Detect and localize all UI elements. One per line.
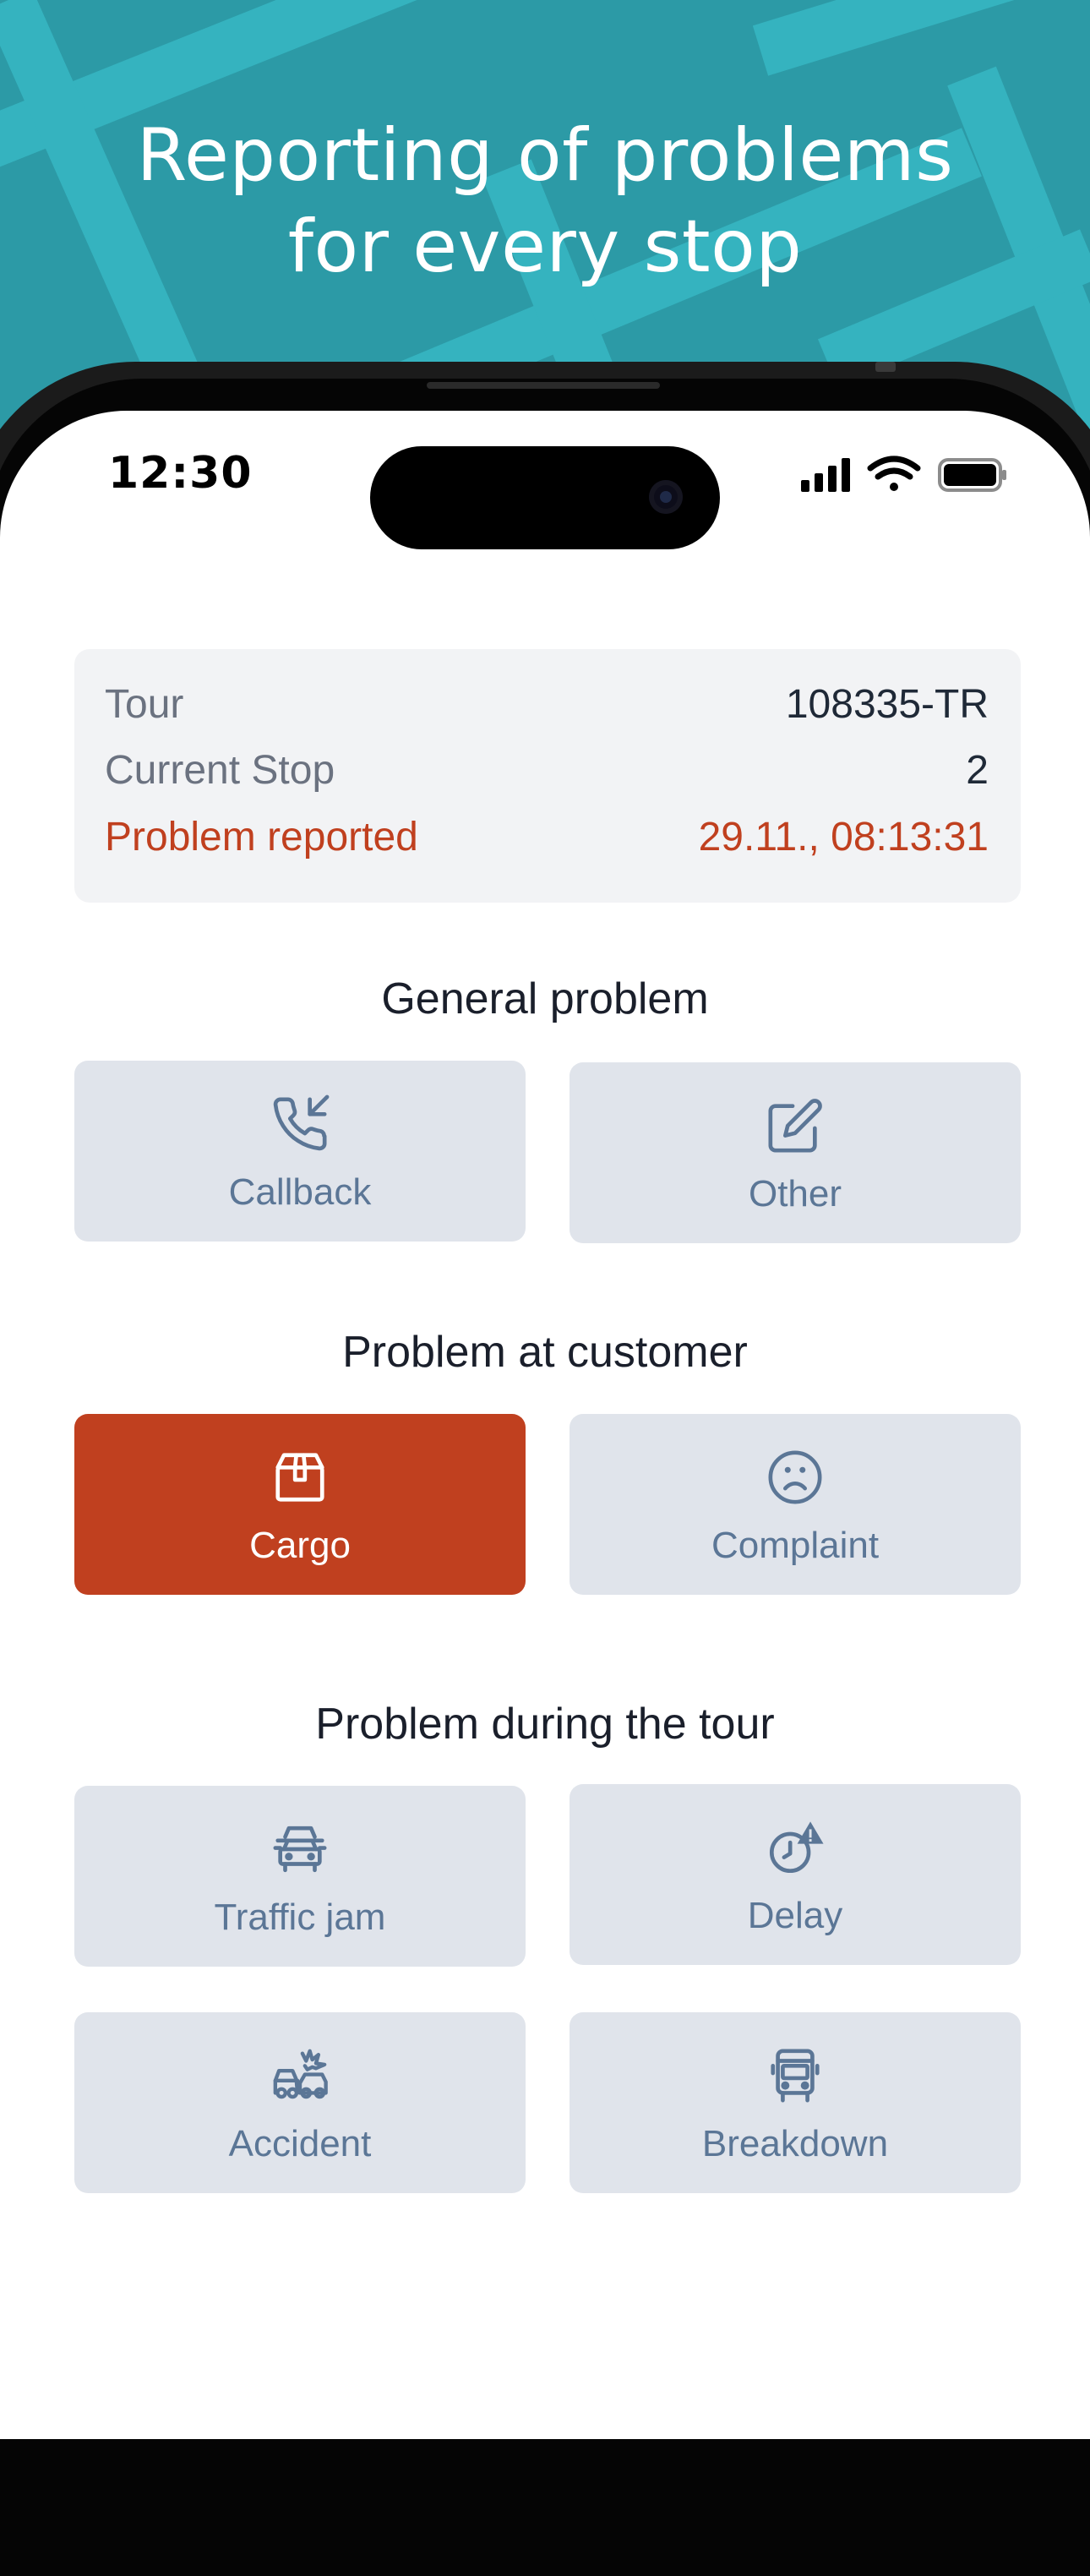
cargo-label: Cargo	[249, 1525, 351, 1566]
current-stop-value: 2	[966, 748, 989, 793]
dynamic-island	[370, 446, 720, 549]
accident-button[interactable]: Accident	[74, 2012, 526, 2193]
cargo-button[interactable]: Cargo	[74, 1414, 526, 1595]
breakdown-label: Breakdown	[701, 2123, 889, 2164]
sad-face-icon	[766, 1448, 825, 1507]
status-time: 12:30	[108, 448, 253, 499]
delay-label: Delay	[747, 1895, 843, 1936]
section-title-tour: Problem during the tour	[315, 1700, 775, 1749]
wifi-icon	[867, 456, 921, 491]
current-stop-label: Current Stop	[105, 748, 335, 793]
car-crash-icon	[270, 2046, 330, 2105]
phone-side-button	[875, 362, 896, 372]
tour-info-card: Tour 108335-TR Current Stop 2 Problem re…	[74, 649, 1021, 903]
tour-value: 108335-TR	[785, 682, 989, 727]
breakdown-button[interactable]: Breakdown	[570, 2012, 1021, 2193]
traffic-jam-label: Traffic jam	[214, 1897, 386, 1938]
clock-warning-icon	[766, 1818, 825, 1877]
problem-reported-label: Problem reported	[105, 815, 418, 860]
traffic-jam-button[interactable]: Traffic jam	[74, 1786, 526, 1967]
cellular-signal-icon	[801, 458, 850, 492]
status-icons	[798, 455, 1009, 497]
current-stop-row: Current Stop 2	[105, 745, 989, 796]
battery-icon	[938, 458, 1006, 492]
camera-icon	[649, 480, 683, 514]
tour-label: Tour	[105, 682, 184, 727]
callback-button[interactable]: Callback	[74, 1061, 526, 1242]
phone-speaker	[427, 382, 660, 389]
problem-reported-row: Problem reported 29.11., 08:13:31	[105, 812, 989, 863]
edit-pencil-icon	[766, 1096, 825, 1155]
phone-incoming-icon	[270, 1094, 330, 1154]
headline: Reporting of problems for every stop	[0, 110, 1090, 292]
delay-button[interactable]: Delay	[570, 1784, 1021, 1965]
tour-row: Tour 108335-TR	[105, 679, 989, 730]
headline-line-1: Reporting of problems	[136, 113, 954, 198]
problem-reported-value: 29.11., 08:13:31	[698, 815, 989, 860]
complaint-label: Complaint	[711, 1525, 880, 1566]
traffic-jam-icon	[270, 1820, 330, 1879]
other-button[interactable]: Other	[570, 1062, 1021, 1243]
section-title-general: General problem	[381, 974, 709, 1023]
complaint-button[interactable]: Complaint	[570, 1414, 1021, 1595]
callback-label: Callback	[228, 1171, 372, 1213]
other-label: Other	[748, 1173, 842, 1214]
accident-label: Accident	[228, 2123, 372, 2164]
truck-icon	[766, 2046, 825, 2105]
headline-line-2: for every stop	[287, 205, 803, 289]
section-title-customer: Problem at customer	[342, 1328, 748, 1377]
package-icon	[270, 1448, 330, 1507]
